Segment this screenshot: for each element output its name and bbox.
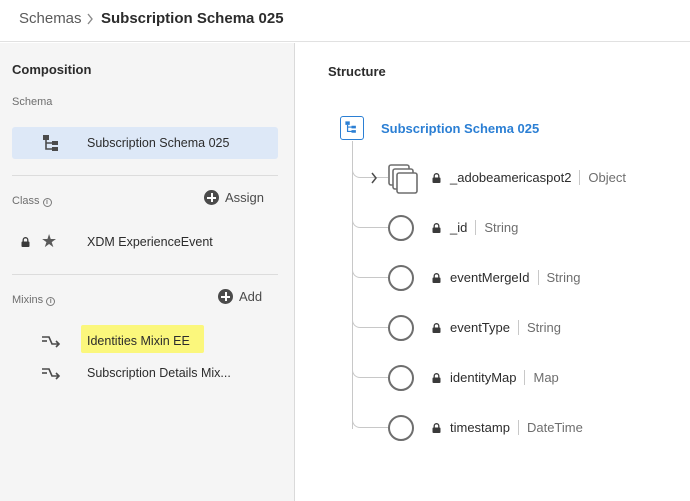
info-icon[interactable]: i — [46, 297, 56, 306]
tree-branch — [352, 247, 388, 278]
add-mixin-button[interactable]: Add — [218, 289, 262, 304]
lock-icon — [432, 373, 441, 383]
composition-panel: Composition Schema Subscription Schema 0… — [0, 43, 295, 501]
field-name: identityMap — [450, 370, 517, 385]
class-label-text: Class — [12, 195, 40, 207]
add-circle-icon — [218, 289, 233, 304]
tree-branch — [352, 347, 388, 378]
mixin-name: Subscription Details Mix... — [87, 366, 231, 380]
field-name: _id — [450, 220, 468, 235]
schema-root-icon[interactable] — [340, 116, 364, 140]
field-type: Map — [524, 370, 559, 385]
tree-branch — [352, 297, 388, 328]
divider — [12, 274, 278, 275]
field-label[interactable]: _id String — [450, 220, 519, 235]
mixin-item[interactable]: Subscription Details Mix... — [0, 362, 295, 384]
object-icon — [388, 164, 418, 194]
mixins-section-label: Mixins i — [12, 294, 56, 306]
field-label[interactable]: eventMergeId String — [450, 270, 581, 285]
mixin-icon — [42, 336, 61, 348]
field-name: timestamp — [450, 420, 510, 435]
lock-icon — [21, 237, 30, 247]
tree-field-row[interactable]: _id String — [352, 197, 682, 243]
tree-branch — [352, 397, 388, 428]
field-label[interactable]: eventType String — [450, 320, 561, 335]
mixin-icon — [42, 368, 61, 380]
structure-panel: Structure Subscription Schema 025 _adobe… — [296, 43, 690, 501]
field-circle-icon[interactable] — [388, 315, 414, 341]
field-type: Object — [579, 170, 626, 185]
add-circle-icon — [204, 190, 219, 205]
tree-field-row[interactable]: identityMap Map — [352, 347, 682, 393]
field-type: String — [475, 220, 519, 235]
class-name: XDM ExperienceEvent — [87, 235, 213, 249]
breadcrumb-schemas-link[interactable]: Schemas — [19, 10, 82, 27]
schema-root-label[interactable]: Subscription Schema 025 — [381, 121, 539, 136]
schema-name: Subscription Schema 025 — [87, 136, 230, 150]
schema-section-label: Schema — [12, 96, 52, 108]
lock-icon — [432, 173, 441, 183]
chevron-right-icon — [87, 13, 93, 25]
tree-field-row[interactable]: eventMergeId String — [352, 247, 682, 293]
class-row[interactable]: ★ XDM ExperienceEvent — [0, 231, 295, 253]
field-label[interactable]: _adobeamericaspot2 Object — [450, 170, 626, 185]
schema-tree-icon — [43, 135, 58, 151]
field-name: eventMergeId — [450, 270, 530, 285]
header: Schemas Subscription Schema 025 — [0, 0, 690, 42]
field-circle-icon[interactable] — [388, 265, 414, 291]
tree-field-row[interactable]: timestamp DateTime — [352, 397, 682, 443]
class-section-label: Class i — [12, 195, 52, 207]
lock-icon — [432, 423, 441, 433]
assign-label: Assign — [225, 190, 265, 205]
structure-title: Structure — [328, 64, 386, 79]
field-circle-icon[interactable] — [388, 415, 414, 441]
composition-title: Composition — [12, 62, 92, 77]
lock-icon — [432, 223, 441, 233]
tree-branch — [352, 197, 388, 228]
mixin-item[interactable]: Identities Mixin EE — [0, 325, 295, 353]
field-type: String — [518, 320, 561, 335]
assign-class-button[interactable]: Assign — [204, 190, 264, 205]
mixin-name: Identities Mixin EE — [87, 334, 190, 348]
schema-label-text: Schema — [12, 96, 53, 108]
star-icon: ★ — [41, 231, 58, 251]
field-circle-icon[interactable] — [388, 365, 414, 391]
field-label[interactable]: timestamp DateTime — [450, 420, 583, 435]
info-icon[interactable]: i — [42, 198, 52, 207]
field-circle-icon[interactable] — [388, 215, 414, 241]
tree-field-row[interactable]: _adobeamericaspot2 Object — [352, 147, 682, 194]
field-name: eventType — [450, 320, 510, 335]
field-name: _adobeamericaspot2 — [450, 170, 572, 185]
tree-field-row[interactable]: eventType String — [352, 297, 682, 343]
field-type: DateTime — [517, 420, 583, 435]
add-label: Add — [239, 289, 263, 304]
field-type: String — [537, 270, 581, 285]
lock-icon — [432, 273, 441, 283]
breadcrumb-current: Subscription Schema 025 — [101, 10, 284, 27]
divider — [12, 175, 278, 176]
schema-item[interactable]: Subscription Schema 025 — [12, 127, 278, 159]
field-label[interactable]: identityMap Map — [450, 370, 559, 385]
mixins-label-text: Mixins — [12, 294, 44, 306]
lock-icon — [432, 323, 441, 333]
chevron-right-icon[interactable] — [370, 172, 378, 184]
